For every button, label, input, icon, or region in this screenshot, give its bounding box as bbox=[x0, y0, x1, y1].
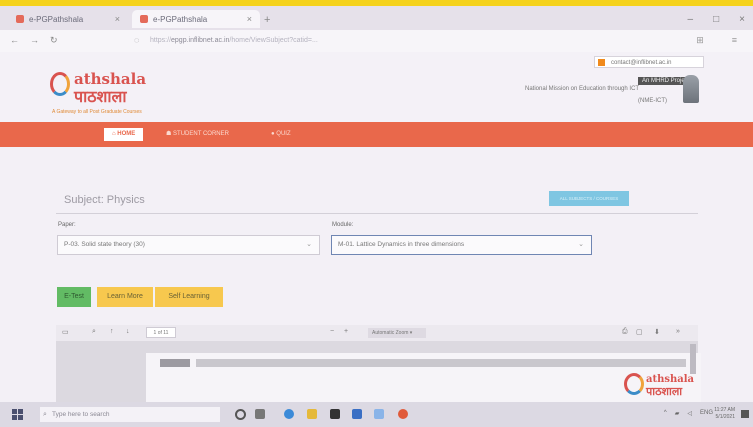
all-subjects-button[interactable]: ALL SUBJECTS / COURSES bbox=[549, 191, 629, 206]
more-tools-icon[interactable]: » bbox=[676, 328, 680, 335]
search-icon: ⌕ bbox=[43, 411, 47, 418]
paper-select[interactable]: P-03. Solid state theory (30) ⌄ bbox=[57, 235, 320, 255]
tab-label: e-PGPathshala bbox=[29, 14, 84, 24]
edge-icon[interactable] bbox=[284, 409, 294, 419]
mail-icon bbox=[598, 59, 605, 66]
open-file-icon[interactable]: ▢ bbox=[636, 328, 643, 336]
pdf-logo-hindi: पाठशाला bbox=[646, 386, 683, 398]
minimize-icon[interactable]: – bbox=[688, 14, 694, 25]
prev-page-icon[interactable]: ↑ bbox=[110, 328, 114, 335]
notification-icon[interactable] bbox=[741, 410, 749, 418]
maximize-icon[interactable]: □ bbox=[713, 14, 719, 25]
mail-icon[interactable] bbox=[352, 409, 362, 419]
print-icon[interactable]: ⎙ bbox=[622, 328, 628, 336]
etest-button[interactable]: E-Test bbox=[57, 287, 91, 307]
photos-icon[interactable] bbox=[374, 409, 384, 419]
browser-tab-strip: e-PGPathshala × e-PGPathshala × + – □ × bbox=[0, 6, 753, 30]
back-icon[interactable]: ← bbox=[10, 35, 19, 45]
sidebar-toggle-icon[interactable]: ▭ bbox=[62, 328, 69, 336]
next-page-icon[interactable]: ↓ bbox=[126, 328, 130, 335]
close-tab-icon[interactable]: × bbox=[115, 14, 120, 24]
learn-more-button[interactable]: Learn More bbox=[97, 287, 153, 307]
pdf-page: athshala पाठशाला bbox=[146, 353, 701, 402]
header-block bbox=[160, 359, 190, 367]
windows-taskbar: ⌕ Type here to search ^ ▰ ◁ ENG 11:27 AM… bbox=[0, 402, 753, 427]
nav-student-corner[interactable]: ☗ STUDENT CORNER bbox=[166, 128, 229, 141]
windows-start-icon[interactable] bbox=[12, 409, 23, 420]
contact-email[interactable]: contact@inflibnet.ac.in bbox=[594, 56, 704, 68]
paper-label: Paper: bbox=[58, 222, 76, 228]
module-select[interactable]: M-01. Lattice Dynamics in three dimensio… bbox=[331, 235, 592, 255]
module-label: Module: bbox=[332, 222, 354, 228]
browser-toolbar: ← → ↻ ◌ https://epgp.inflibnet.ac.in/hom… bbox=[0, 30, 753, 52]
store-icon[interactable] bbox=[330, 409, 340, 419]
browser-tab-2[interactable]: e-PGPathshala × bbox=[132, 10, 260, 28]
mission-short: (NME-ICT) bbox=[638, 98, 667, 104]
firefox-icon[interactable] bbox=[398, 409, 408, 419]
site-header: athshala पाठशाला A Gateway to all Post G… bbox=[0, 52, 753, 122]
file-explorer-icon[interactable] bbox=[307, 409, 317, 419]
logo-hindi: पाठशाला bbox=[74, 89, 127, 106]
self-learning-button[interactable]: Self Learning bbox=[155, 287, 223, 307]
chevron-up-icon[interactable]: ^ bbox=[664, 410, 667, 417]
language-indicator[interactable]: ENG bbox=[700, 410, 713, 417]
window-controls: – □ × bbox=[688, 14, 745, 25]
favicon-icon bbox=[16, 15, 24, 23]
nav-quiz[interactable]: ● QUIZ bbox=[271, 128, 291, 141]
menu-icon[interactable]: ≡ bbox=[732, 35, 737, 46]
nav-home[interactable]: ⌂ HOME bbox=[104, 128, 144, 141]
header-bar bbox=[196, 359, 686, 367]
divider bbox=[56, 213, 698, 214]
close-tab-icon[interactable]: × bbox=[247, 14, 252, 24]
search-icon[interactable]: ⌕ bbox=[92, 328, 96, 336]
toolbar-actions: ⊞ ≡ bbox=[696, 35, 737, 46]
pathshala-logo-icon bbox=[624, 373, 644, 395]
browser-tab-1[interactable]: e-PGPathshala × bbox=[8, 10, 128, 28]
system-tray: ^ ▰ ◁ ENG bbox=[664, 410, 713, 417]
subject-title: Subject: Physics bbox=[64, 194, 145, 206]
main-content: Subject: Physics ALL SUBJECTS / COURSES … bbox=[0, 147, 753, 402]
pdf-viewer[interactable]: athshala पाठशाला bbox=[56, 341, 701, 402]
time: 11:27 AM bbox=[714, 407, 735, 413]
clock[interactable]: 11:27 AM 5/1/2021 bbox=[714, 407, 735, 421]
taskbar-search[interactable]: ⌕ Type here to search bbox=[40, 407, 220, 422]
zoom-out-icon[interactable]: − bbox=[330, 328, 334, 335]
favicon-icon bbox=[140, 15, 148, 23]
page-number-input[interactable]: 1 of 11 bbox=[146, 327, 176, 338]
pdf-toolbar: ▭ ⌕ ↑ ↓ 1 of 11 − + Automatic Zoom ▾ ⎙ ▢… bbox=[56, 325, 698, 341]
tab-label: e-PGPathshala bbox=[153, 14, 208, 24]
pathshala-logo-icon bbox=[50, 72, 70, 96]
url-path: /home/ViewSubject?catid=... bbox=[229, 37, 318, 44]
address-bar[interactable]: https://epgp.inflibnet.ac.in/home/ViewSu… bbox=[150, 34, 450, 47]
tagline: A Gateway to all Post Graduate Courses bbox=[52, 109, 142, 115]
task-view-icon[interactable] bbox=[255, 409, 265, 419]
grid-icon[interactable]: ⊞ bbox=[696, 35, 704, 46]
new-tab-icon[interactable]: + bbox=[264, 14, 270, 26]
scrollbar[interactable] bbox=[690, 344, 696, 374]
network-icon[interactable]: ▰ bbox=[675, 410, 680, 417]
volume-icon[interactable]: ◁ bbox=[687, 410, 692, 417]
site-nav: ⌂ HOME ☗ STUDENT CORNER ● QUIZ bbox=[0, 122, 753, 147]
forward-icon[interactable]: → bbox=[30, 35, 39, 45]
zoom-select[interactable]: Automatic Zoom ▾ bbox=[368, 328, 426, 338]
cortana-icon[interactable] bbox=[235, 409, 246, 420]
shield-icon: ◌ bbox=[134, 35, 140, 45]
url-host: epgp.inflibnet.ac.in bbox=[171, 37, 230, 44]
chevron-down-icon: ⌄ bbox=[306, 241, 312, 248]
reload-icon[interactable]: ↻ bbox=[50, 35, 58, 46]
date: 5/1/2021 bbox=[715, 414, 735, 420]
national-emblem-icon bbox=[683, 75, 699, 103]
close-window-icon[interactable]: × bbox=[739, 14, 745, 25]
chevron-down-icon: ⌄ bbox=[578, 241, 584, 248]
download-icon[interactable]: ⬇ bbox=[654, 328, 660, 336]
zoom-in-icon[interactable]: + bbox=[344, 328, 348, 335]
mission-text: National Mission on Education through IC… bbox=[525, 86, 640, 92]
